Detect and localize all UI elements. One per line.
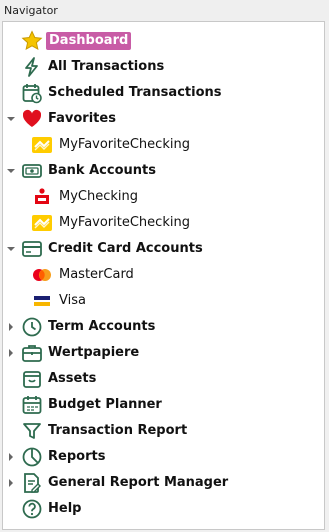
- calendar-clock-icon: [21, 82, 43, 104]
- tree-item-help[interactable]: Help: [3, 496, 323, 522]
- calendar-icon: [21, 394, 43, 416]
- chevron-down-icon[interactable]: [6, 114, 16, 124]
- tree-item-label: Wertpapiere: [48, 345, 140, 360]
- tree-item-label: Scheduled Transactions: [48, 85, 222, 100]
- tree-item-assets[interactable]: Assets: [3, 366, 323, 392]
- tree-item-general-report-manager[interactable]: General Report Manager: [3, 470, 323, 496]
- tree-item-label: Budget Planner: [48, 397, 162, 412]
- bank-logo-icon: [31, 134, 53, 156]
- tree-item-label: Assets: [48, 371, 97, 386]
- tree-item-fav-checking[interactable]: MyFavoriteChecking: [3, 132, 323, 158]
- chevron-down-icon[interactable]: [6, 166, 16, 176]
- box-icon: [21, 368, 43, 390]
- navigator-tree[interactable]: Dashboard All Transactions Scheduled Tra…: [2, 21, 325, 530]
- tree-item-budget-planner[interactable]: Budget Planner: [3, 392, 323, 418]
- tree-item-my-checking[interactable]: MyChecking: [3, 184, 323, 210]
- tree-item-bank-fav-checking[interactable]: MyFavoriteChecking: [3, 210, 323, 236]
- chevron-right-icon[interactable]: [6, 452, 16, 462]
- tree-item-all-transactions[interactable]: All Transactions: [3, 54, 323, 80]
- tree-item-credit-card-accounts[interactable]: Credit Card Accounts: [3, 236, 323, 262]
- tree-item-scheduled-transactions[interactable]: Scheduled Transactions: [3, 80, 323, 106]
- funnel-icon: [21, 420, 43, 442]
- tree-item-term-accounts[interactable]: Term Accounts: [3, 314, 323, 340]
- tree-item-label: Transaction Report: [48, 423, 188, 438]
- mastercard-logo-icon: [31, 264, 53, 286]
- document-edit-icon: [21, 472, 43, 494]
- visa-logo-icon: [31, 290, 53, 312]
- lightning-icon: [21, 56, 43, 78]
- clock-icon: [21, 316, 43, 338]
- tree-item-visa[interactable]: Visa: [3, 288, 323, 314]
- tree-item-mastercard[interactable]: MasterCard: [3, 262, 323, 288]
- star-icon: [21, 30, 43, 52]
- tree-item-label: Visa: [59, 293, 86, 308]
- chevron-down-icon[interactable]: [6, 244, 16, 254]
- briefcase-icon: [21, 342, 43, 364]
- tree-item-label: Dashboard: [46, 32, 132, 50]
- tree-item-label: Favorites: [48, 111, 116, 126]
- tree-item-reports[interactable]: Reports: [3, 444, 323, 470]
- tree-item-label: MyFavoriteChecking: [59, 137, 190, 152]
- chevron-right-icon[interactable]: [6, 322, 16, 332]
- banknote-icon: [21, 160, 43, 182]
- bank-logo-icon: [31, 212, 53, 234]
- tree-item-label: MyFavoriteChecking: [59, 215, 190, 230]
- chevron-right-icon[interactable]: [6, 348, 16, 358]
- tree-item-favorites[interactable]: Favorites: [3, 106, 323, 132]
- heart-icon: [21, 108, 43, 130]
- pie-chart-icon: [21, 446, 43, 468]
- credit-card-icon: [21, 238, 43, 260]
- tree-item-wertpapiere[interactable]: Wertpapiere: [3, 340, 323, 366]
- tree-item-label: General Report Manager: [48, 475, 229, 490]
- tree-item-label: Reports: [48, 449, 106, 464]
- help-icon: [21, 498, 43, 520]
- tree-item-label: MasterCard: [59, 267, 134, 282]
- tree-item-bank-accounts[interactable]: Bank Accounts: [3, 158, 323, 184]
- tree-item-label: MyChecking: [59, 189, 139, 204]
- tree-item-label: All Transactions: [48, 59, 165, 74]
- tree-item-label: Help: [48, 501, 82, 516]
- navigator-title: Navigator: [0, 0, 329, 21]
- sparkasse-logo-icon: [31, 186, 53, 208]
- tree-item-label: Term Accounts: [48, 319, 156, 334]
- tree-item-label: Bank Accounts: [48, 163, 156, 178]
- chevron-right-icon[interactable]: [6, 478, 16, 488]
- tree-item-dashboard[interactable]: Dashboard: [3, 28, 323, 54]
- tree-item-label: Credit Card Accounts: [48, 241, 203, 256]
- tree-item-transaction-report[interactable]: Transaction Report: [3, 418, 323, 444]
